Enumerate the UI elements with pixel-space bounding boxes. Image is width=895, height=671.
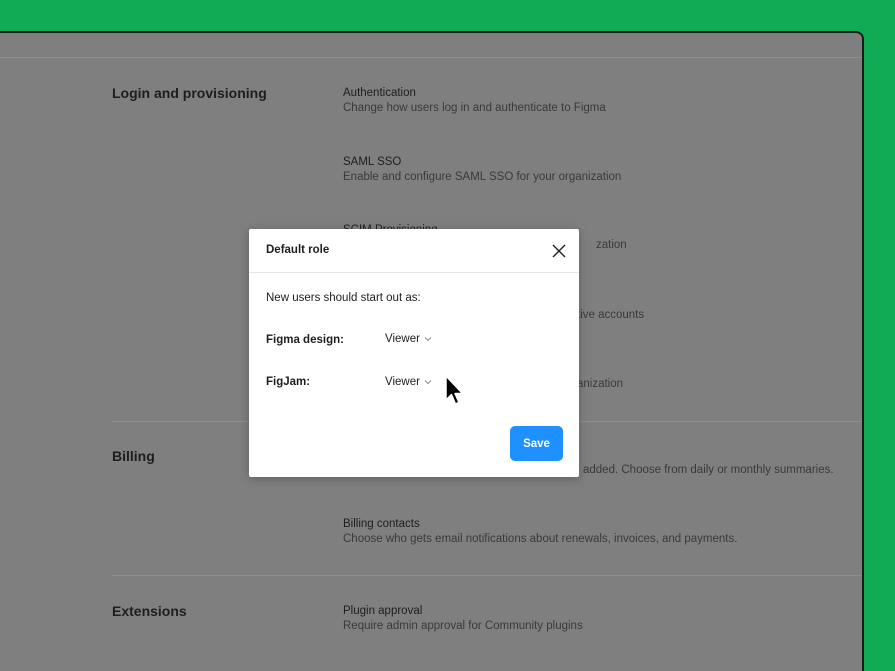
divider (0, 57, 862, 58)
modal-intro-text: New users should start out as: (266, 292, 421, 304)
setting-title: Plugin approval (343, 605, 423, 617)
close-icon (552, 244, 566, 258)
save-button[interactable]: Save (510, 426, 563, 461)
section-title-billing: Billing (112, 448, 155, 464)
default-role-modal: Default role New users should start out … (249, 229, 579, 477)
setting-title: Authentication (343, 87, 416, 99)
setting-saml-sso[interactable]: SAML SSO Enable and configure SAML SSO f… (343, 155, 621, 185)
setting-description: Require admin approval for Community plu… (343, 620, 583, 632)
chevron-down-icon (424, 380, 432, 385)
figjam-role-dropdown[interactable]: Viewer (385, 376, 432, 388)
setting-title: Billing contacts (343, 518, 420, 530)
modal-header: Default role (249, 229, 579, 273)
setting-billing-contacts[interactable]: Billing contacts Choose who gets email n… (343, 517, 737, 547)
mouse-pointer-icon (445, 375, 464, 405)
dropdown-value: Viewer (385, 376, 420, 388)
section-divider (112, 575, 862, 576)
section-title-extensions: Extensions (112, 603, 187, 619)
setting-description: Change how users log in and authenticate… (343, 102, 606, 114)
section-title-login: Login and provisioning (112, 85, 267, 101)
close-button[interactable] (549, 241, 569, 261)
setting-authentication[interactable]: Authentication Change how users log in a… (343, 86, 606, 116)
dropdown-value: Viewer (385, 333, 420, 345)
setting-title: SAML SSO (343, 156, 402, 168)
figjam-label: FigJam: (266, 376, 311, 388)
chevron-down-icon (424, 337, 432, 342)
figma-design-role-dropdown[interactable]: Viewer (385, 333, 432, 345)
setting-plugin-approval[interactable]: Plugin approval Require admin approval f… (343, 604, 583, 634)
setting-description: Choose who gets email notifications abou… (343, 533, 738, 545)
setting-description: Enable and configure SAML SSO for your o… (343, 171, 622, 183)
figma-design-label: Figma design: (266, 334, 344, 346)
modal-title: Default role (266, 244, 330, 256)
